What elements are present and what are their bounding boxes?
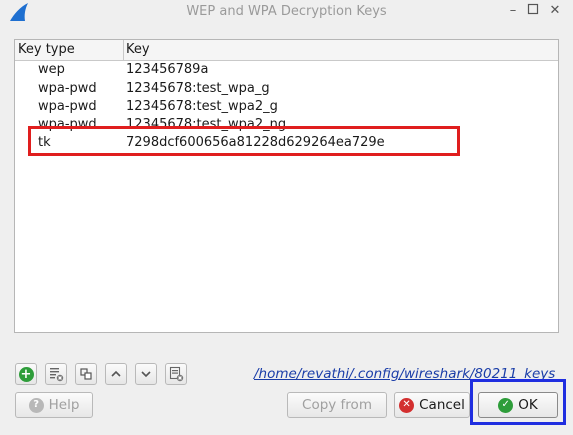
table-row[interactable]: wep 123456789a <box>15 61 558 79</box>
help-label: Help <box>48 397 80 413</box>
key-cell: 123456789a <box>126 62 209 77</box>
key-type-cell: wep <box>38 62 65 77</box>
copy-from-button[interactable]: Copy from <box>287 392 387 418</box>
title-bar: WEP and WPA Decryption Keys – ✕ <box>0 0 573 26</box>
clear-list-icon <box>169 366 184 382</box>
keys-table[interactable]: Key type Key wep 123456789a wpa-pwd 1234… <box>14 39 559 333</box>
clear-all-button[interactable] <box>165 363 187 385</box>
plus-icon: + <box>18 366 34 382</box>
table-header: Key type Key <box>15 40 558 61</box>
table-row[interactable]: wpa-pwd 12345678:test_wpa_g <box>15 80 558 98</box>
key-type-cell: wpa-pwd <box>38 81 97 96</box>
key-cell: 12345678:test_wpa2_g <box>126 99 278 114</box>
chevron-up-icon <box>111 370 121 377</box>
key-type-cell: wpa-pwd <box>38 99 97 114</box>
chevron-down-icon <box>141 371 151 378</box>
minimize-icon[interactable]: – <box>505 3 521 19</box>
help-button[interactable]: ? Help <box>15 392 93 418</box>
delete-key-button[interactable] <box>45 363 67 385</box>
copy-from-label: Copy from <box>302 397 372 413</box>
delete-list-icon <box>50 368 64 382</box>
help-icon: ? <box>28 397 44 413</box>
column-header-key[interactable]: Key <box>126 41 150 59</box>
column-separator[interactable] <box>123 40 124 60</box>
copy-icon <box>80 368 92 380</box>
table-row[interactable]: wpa-pwd 12345678:test_wpa2_g <box>15 98 558 116</box>
move-up-button[interactable] <box>105 363 127 385</box>
decryption-keys-dialog: WEP and WPA Decryption Keys – ✕ Key type… <box>0 0 573 435</box>
cancel-icon: ✕ <box>399 397 415 413</box>
copy-key-button[interactable] <box>75 363 97 385</box>
window-title: WEP and WPA Decryption Keys <box>186 4 387 19</box>
close-icon[interactable]: ✕ <box>547 3 563 19</box>
column-header-key-type[interactable]: Key type <box>18 41 75 59</box>
cancel-button[interactable]: ✕ Cancel <box>394 392 470 418</box>
add-key-button[interactable]: + <box>15 363 37 385</box>
move-down-button[interactable] <box>135 363 157 385</box>
highlight-box-ok-button <box>470 379 566 425</box>
cancel-label: Cancel <box>419 397 465 413</box>
maximize-icon[interactable] <box>525 3 541 19</box>
highlight-box-tk-row <box>28 126 460 156</box>
key-cell: 12345678:test_wpa_g <box>126 81 270 96</box>
